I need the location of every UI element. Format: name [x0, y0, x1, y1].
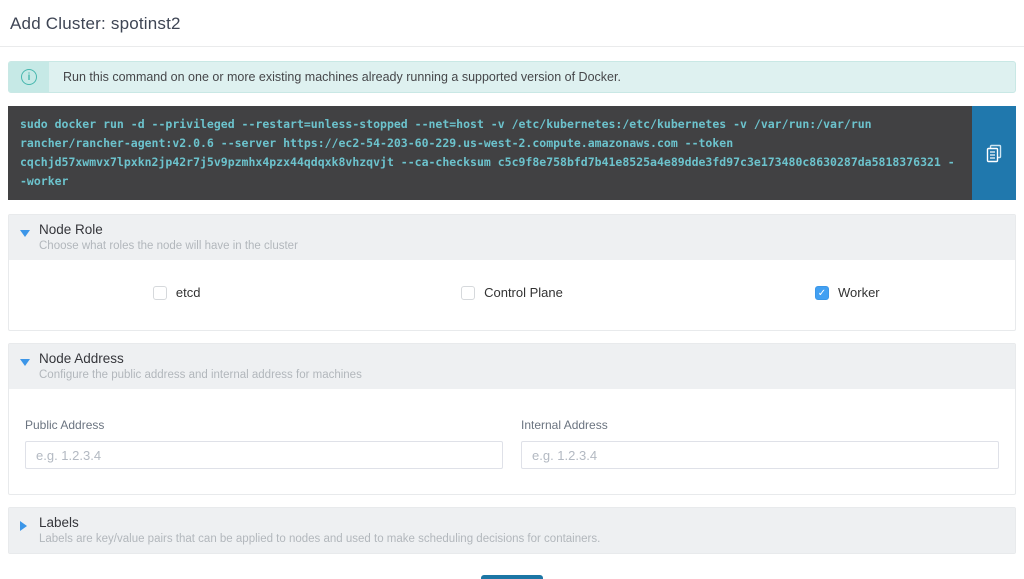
labels-title: Labels [39, 515, 1003, 530]
page-title: Add Cluster: spotinst2 [10, 14, 1014, 34]
labels-section: Labels Labels are key/value pairs that c… [8, 507, 1016, 554]
public-address-group: Public Address [25, 418, 503, 469]
node-role-subtitle: Choose what roles the node will have in … [39, 240, 1003, 252]
node-role-section: Node Role Choose what roles the node wil… [8, 214, 1016, 331]
role-option-control-plane[interactable]: Control Plane [344, 285, 679, 300]
chevron-down-icon [20, 359, 30, 366]
chevron-right-icon [20, 521, 27, 531]
node-role-options: etcd Control Plane ✓ Worker [9, 260, 1015, 330]
node-address-section: Node Address Configure the public addres… [8, 343, 1016, 495]
header-divider [0, 46, 1024, 47]
add-cluster-page: Add Cluster: spotinst2 i Run this comman… [0, 0, 1024, 579]
internal-address-input[interactable] [521, 441, 999, 469]
docker-command-block: sudo docker run -d --privileged --restar… [8, 106, 1016, 200]
public-address-input[interactable] [25, 441, 503, 469]
labels-subtitle: Labels are key/value pairs that can be a… [39, 533, 1003, 545]
done-button[interactable]: Done [481, 575, 543, 579]
worker-checkbox[interactable]: ✓ [815, 286, 829, 300]
worker-label: Worker [838, 285, 880, 300]
role-option-etcd[interactable]: etcd [9, 285, 344, 300]
node-role-title: Node Role [39, 222, 1003, 237]
info-icon-box: i [9, 62, 49, 92]
labels-section-header[interactable]: Labels Labels are key/value pairs that c… [9, 508, 1015, 553]
info-icon: i [21, 69, 37, 85]
node-address-subtitle: Configure the public address and interna… [39, 369, 1003, 381]
copy-icon [985, 144, 1004, 163]
copy-command-button[interactable] [972, 106, 1016, 200]
node-address-section-header[interactable]: Node Address Configure the public addres… [9, 344, 1015, 389]
footer: Done [8, 575, 1016, 579]
info-banner-message: Run this command on one or more existing… [49, 70, 621, 84]
etcd-checkbox[interactable] [153, 286, 167, 300]
control-plane-label: Control Plane [484, 285, 563, 300]
docker-command-text: sudo docker run -d --privileged --restar… [8, 106, 972, 200]
public-address-label: Public Address [25, 418, 503, 432]
control-plane-checkbox[interactable] [461, 286, 475, 300]
etcd-label: etcd [176, 285, 201, 300]
node-address-title: Node Address [39, 351, 1003, 366]
chevron-down-icon [20, 230, 30, 237]
role-option-worker[interactable]: ✓ Worker [680, 285, 1015, 300]
internal-address-label: Internal Address [521, 418, 999, 432]
node-address-fields: Public Address Internal Address [9, 389, 1015, 494]
node-role-section-header[interactable]: Node Role Choose what roles the node wil… [9, 215, 1015, 260]
internal-address-group: Internal Address [521, 418, 999, 469]
info-banner: i Run this command on one or more existi… [8, 61, 1016, 93]
